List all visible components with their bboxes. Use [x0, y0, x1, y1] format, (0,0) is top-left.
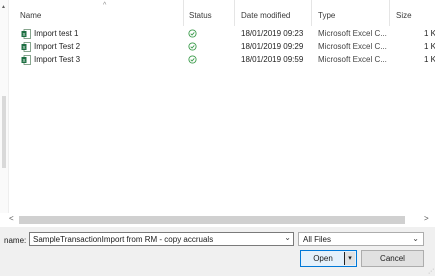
sort-ascending-icon: ^ [103, 2, 107, 9]
chevron-down-icon[interactable]: ⌄ [284, 233, 291, 242]
column-header-status[interactable]: Status [189, 11, 212, 20]
resize-grip-icon[interactable]: ⋰ [428, 268, 434, 275]
chevron-down-icon: ⌄ [412, 234, 419, 243]
column-divider[interactable] [311, 0, 312, 26]
excel-file-icon: X [21, 42, 31, 52]
horizontal-scrollbar[interactable]: < > [0, 213, 435, 227]
file-name: Import Test 3 [34, 55, 81, 64]
synced-check-icon [188, 42, 197, 51]
svg-text:X: X [22, 45, 25, 50]
file-date: 18/01/2019 09:23 [241, 29, 304, 38]
file-date: 18/01/2019 09:29 [241, 42, 304, 51]
file-row[interactable]: X Import Test 2 18/01/2019 09:29 Microso… [8, 41, 435, 54]
open-split-arrow-icon[interactable]: ▾ [344, 252, 355, 265]
file-type-filter-value: All Files [303, 235, 332, 244]
column-header-name[interactable]: Name [20, 11, 41, 20]
file-name: Import test 1 [34, 29, 79, 38]
column-header-size[interactable]: Size [396, 11, 412, 20]
file-type: Microsoft Excel C... [318, 55, 387, 64]
file-date: 18/01/2019 09:59 [241, 55, 304, 64]
file-name-value: SampleTransactionImport from RM - copy a… [33, 235, 214, 244]
column-divider[interactable] [234, 0, 235, 26]
file-type: Microsoft Excel C... [318, 42, 387, 51]
file-size: 1 K [424, 55, 435, 64]
excel-file-icon: X [21, 29, 31, 39]
file-row[interactable]: X Import test 1 18/01/2019 09:23 Microso… [8, 28, 435, 41]
dialog-footer: name: SampleTransactionImport from RM - … [0, 227, 435, 276]
scroll-up-arrow-icon[interactable]: ▲ [1, 4, 6, 10]
column-divider[interactable] [183, 0, 184, 26]
column-header-date-modified[interactable]: Date modified [241, 11, 290, 20]
file-size: 1 K [424, 29, 435, 38]
column-header-row: ^ Name Status Date modified Type Size [8, 0, 435, 26]
scroll-right-arrow-icon[interactable]: > [424, 214, 429, 223]
file-name-label: name: [4, 236, 27, 245]
open-button[interactable]: Open ▾ [300, 250, 357, 267]
synced-check-icon [188, 29, 197, 38]
file-name: Import Test 2 [34, 42, 81, 51]
left-scroll-thumb[interactable] [2, 96, 6, 168]
file-row[interactable]: X Import Test 3 18/01/2019 09:59 Microso… [8, 54, 435, 67]
synced-check-icon [188, 55, 197, 64]
horizontal-scroll-thumb[interactable] [19, 216, 405, 224]
file-size: 1 K [424, 42, 435, 51]
file-name-input[interactable]: SampleTransactionImport from RM - copy a… [29, 232, 294, 246]
column-divider[interactable] [389, 0, 390, 26]
svg-text:X: X [22, 32, 25, 37]
open-button-label: Open [313, 254, 333, 263]
column-header-type[interactable]: Type [318, 11, 335, 20]
scroll-left-arrow-icon[interactable]: < [9, 214, 14, 223]
file-type: Microsoft Excel C... [318, 29, 387, 38]
file-type-filter-select[interactable]: All Files ⌄ [298, 232, 424, 246]
excel-file-icon: X [21, 55, 31, 65]
svg-text:X: X [22, 58, 25, 63]
cancel-button[interactable]: Cancel [361, 250, 424, 267]
